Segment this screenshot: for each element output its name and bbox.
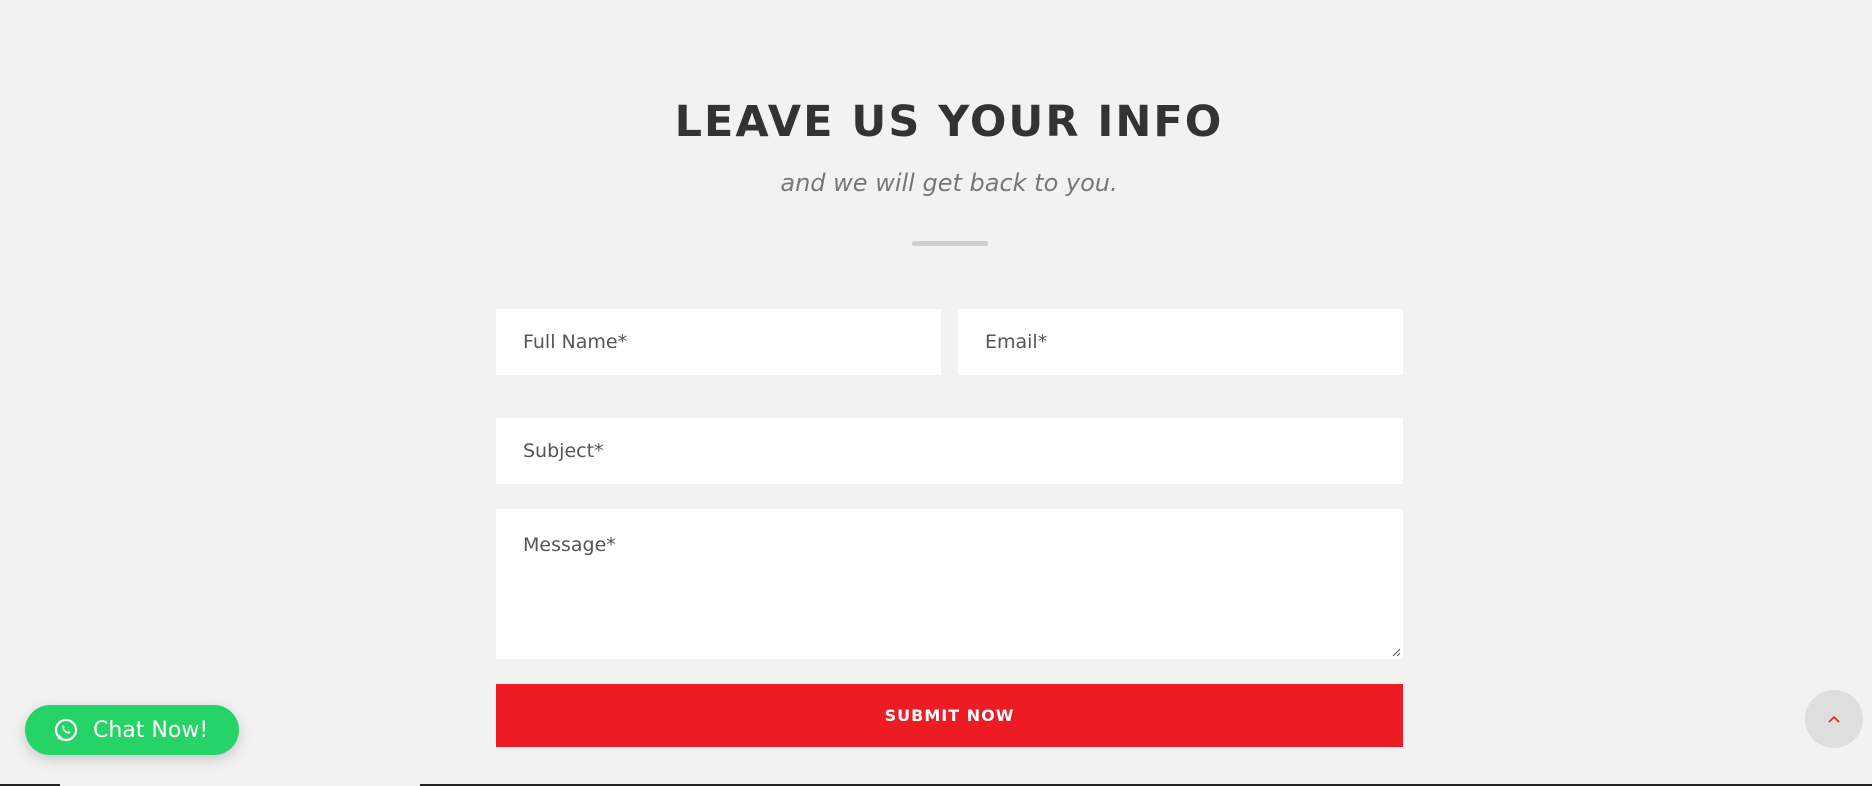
chat-now-label: Chat Now! — [93, 717, 209, 743]
full-name-input[interactable]: Full Name* — [496, 309, 941, 375]
section-title: LEAVE US YOUR INFO — [674, 97, 1224, 147]
resize-handle-icon[interactable] — [1391, 647, 1401, 657]
email-input[interactable]: Email* — [958, 309, 1403, 375]
message-textarea[interactable]: Message* — [496, 509, 1403, 659]
email-placeholder: Email* — [985, 331, 1048, 353]
whatsapp-icon — [54, 718, 78, 742]
chevron-up-icon — [1828, 715, 1840, 723]
section-subtitle: and we will get back to you. — [780, 169, 1118, 197]
subject-placeholder: Subject* — [523, 440, 604, 462]
submit-button-label: SUBMIT NOW — [884, 706, 1015, 725]
chat-now-button[interactable]: Chat Now! — [25, 705, 239, 755]
submit-button[interactable]: SUBMIT NOW — [496, 684, 1403, 747]
scroll-to-top-button[interactable] — [1805, 690, 1863, 748]
title-divider — [912, 241, 988, 246]
full-name-placeholder: Full Name* — [523, 331, 628, 353]
message-placeholder: Message* — [523, 534, 616, 556]
subject-input[interactable]: Subject* — [496, 418, 1403, 484]
